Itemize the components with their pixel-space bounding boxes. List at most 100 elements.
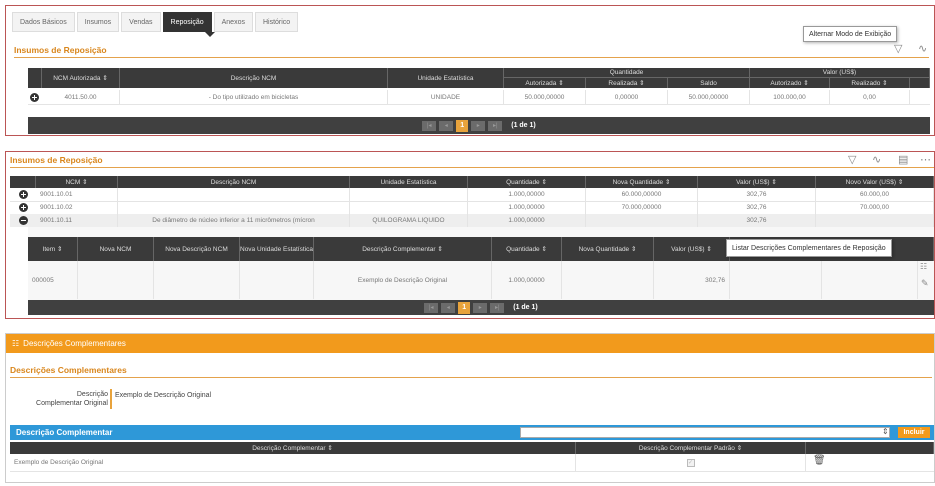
filter-icon[interactable]: ▽ <box>894 42 902 55</box>
incluir-button[interactable]: Incluir <box>898 427 930 438</box>
col-item[interactable]: Item ⇕ <box>28 237 78 261</box>
last-page-button[interactable]: ▸| <box>490 302 505 313</box>
paginator: |◂ ◂ 1 ▸ ▸| (1 de 1) <box>28 117 930 134</box>
row-divider <box>10 471 934 472</box>
col-desc-comp[interactable]: Descrição Complementar ⇕ <box>10 442 576 454</box>
col-expand-header <box>28 68 42 88</box>
first-page-button[interactable]: |◂ <box>422 120 437 131</box>
collapse-row-button[interactable] <box>19 216 28 227</box>
col-qtd-realizada[interactable]: Realizada ⇕ <box>586 78 668 88</box>
cell-desc <box>118 188 350 201</box>
tab-vendas[interactable]: Vendas <box>121 12 161 32</box>
col-nova-unidade: Nova Unidade Estatística <box>240 237 314 261</box>
sub-cell-item: 000005 <box>28 261 78 299</box>
cell-unit <box>350 188 468 201</box>
sub-cell-nova-unidade <box>240 261 314 299</box>
col-val-autorizado[interactable]: Autorizado ⇕ <box>750 78 830 88</box>
orig-label-line2: Complementar Original <box>36 400 108 407</box>
cell-new-val: 60.000,00 <box>816 188 934 201</box>
section-title-3: Descrições Complementares <box>10 365 127 375</box>
cell-val: 302,76 <box>698 188 816 201</box>
next-page-button[interactable]: ▸ <box>473 302 488 313</box>
page-number-button[interactable]: 1 <box>456 119 469 132</box>
last-page-button[interactable]: ▸| <box>488 120 503 131</box>
tab-dados-basicos[interactable]: Dados Básicos <box>12 12 75 32</box>
col-sub-valor[interactable]: Valor (US$) ⇕ <box>654 237 730 261</box>
add-desc-label: Descrição Complementar <box>16 428 113 437</box>
first-page-button[interactable]: |◂ <box>424 302 439 313</box>
plus-icon <box>19 190 28 199</box>
sub-cell-val: 302,76 <box>654 261 730 299</box>
dialog-titlebar: ☷ Descrições Complementares <box>6 334 934 353</box>
col-extra <box>910 78 930 88</box>
padrao-checkbox[interactable]: ✓ <box>686 458 695 467</box>
col-novo-valor[interactable]: Novo Valor (US$) ⇕ <box>816 176 934 188</box>
toggle-view-icon[interactable]: ∿ <box>918 42 927 55</box>
list-icon[interactable]: ☷ <box>920 262 927 271</box>
next-page-button[interactable]: ▸ <box>471 120 486 131</box>
reposicao-panel-1: Dados Básicos Insumos Vendas Reposição A… <box>5 5 935 136</box>
page-number-button[interactable]: 1 <box>458 301 471 314</box>
minus-icon <box>19 216 28 225</box>
col-desc-comp-padrao[interactable]: Descrição Complementar Padrão ⇕ <box>576 442 806 454</box>
cell-unit: QUILOGRAMA LIQUIDO <box>350 214 468 227</box>
section-divider-2 <box>10 167 934 168</box>
tooltip-listar-descricoes: Listar Descrições Complementares de Repo… <box>726 239 892 257</box>
desc-complementar-input[interactable] <box>520 427 890 438</box>
cell-qty-saldo: 50.000,00000 <box>668 90 750 104</box>
tab-historico[interactable]: Histórico <box>254 12 299 32</box>
input-spinner-icon[interactable]: ⇕ <box>882 427 889 436</box>
descricoes-complementares-dialog: ☷ Descrições Complementares Descrições C… <box>5 333 935 483</box>
expand-row-button[interactable] <box>19 203 28 214</box>
cell-new-val <box>816 214 934 227</box>
page-info: (1 de 1) <box>511 122 536 129</box>
col-quantidade[interactable]: Quantidade ⇕ <box>468 176 586 188</box>
tooltip-alternar-modo: Alternar Modo de Exibição <box>803 26 898 42</box>
cell-unit: UNIDADE <box>388 90 504 104</box>
col-nova-ncm: Nova NCM <box>78 237 154 261</box>
export-icon[interactable]: ▤ <box>898 153 908 166</box>
plus-icon <box>19 203 28 212</box>
prev-page-button[interactable]: ◂ <box>441 302 456 313</box>
toggle-view-icon[interactable]: ∿ <box>872 153 881 166</box>
col-sub-nova-quantidade[interactable]: Nova Quantidade ⇕ <box>562 237 654 261</box>
col-sub-quantidade[interactable]: Quantidade ⇕ <box>492 237 562 261</box>
cell-val-auth: 100.000,00 <box>750 90 830 104</box>
more-icon[interactable]: ⋯ <box>920 153 931 166</box>
delete-icon[interactable]: 🗑 <box>813 455 826 466</box>
cell-desc: De diâmetro de núcleo inferior a 11 micr… <box>118 214 350 227</box>
col-ncm-autorizada[interactable]: NCM Autorizada ⇕ <box>42 68 120 88</box>
cell-new-val: 70.000,00 <box>816 201 934 214</box>
section-divider-3 <box>10 377 932 378</box>
cell-unit <box>350 201 468 214</box>
cell-val-real: 0,00 <box>830 90 910 104</box>
cell-ncm: 9001.10.11 <box>36 214 118 227</box>
col-nova-quantidade[interactable]: Nova Quantidade ⇕ <box>586 176 698 188</box>
prev-page-button[interactable]: ◂ <box>439 120 454 131</box>
tab-insumos[interactable]: Insumos <box>76 12 120 32</box>
tab-anexos[interactable]: Anexos <box>213 12 253 32</box>
cell-new-qty <box>586 214 698 227</box>
col-nova-descricao: Nova Descrição NCM <box>154 237 240 261</box>
row-desc-comp: Exemplo de Descrição Original <box>10 454 576 471</box>
expand-row-button[interactable] <box>19 190 28 201</box>
tab-bar: Dados Básicos Insumos Vendas Reposição A… <box>12 12 299 32</box>
reposicao-panel-2: Insumos de Reposição ▽ ∿ ▤ ⋯ NCM ⇕ Descr… <box>5 151 935 319</box>
filter-icon[interactable]: ▽ <box>848 153 856 166</box>
col-descricao-complementar[interactable]: Descrição Complementar ⇕ <box>314 237 492 261</box>
expand-row-button[interactable] <box>30 93 39 104</box>
col-ncm[interactable]: NCM ⇕ <box>36 176 118 188</box>
col-valor[interactable]: Valor (US$) ⇕ <box>698 176 816 188</box>
cell-val: 302,76 <box>698 201 816 214</box>
col-val-realizado[interactable]: Realizado ⇕ <box>830 78 910 88</box>
cell-qty-real: 0,00000 <box>586 90 668 104</box>
col-descricao-ncm: Descrição NCM <box>120 68 388 88</box>
section-title: Insumos de Reposição <box>14 45 107 55</box>
edit-icon[interactable]: ✎ <box>921 278 929 289</box>
col-valor-group: Valor (US$) <box>750 68 930 78</box>
col-actions <box>806 442 934 454</box>
tab-reposicao[interactable]: Reposição <box>162 12 212 32</box>
col-qtd-autorizada[interactable]: Autorizada ⇕ <box>504 78 586 88</box>
sub-cell-nova-desc <box>154 261 240 299</box>
orig-label-line1: Descrição <box>76 391 108 398</box>
